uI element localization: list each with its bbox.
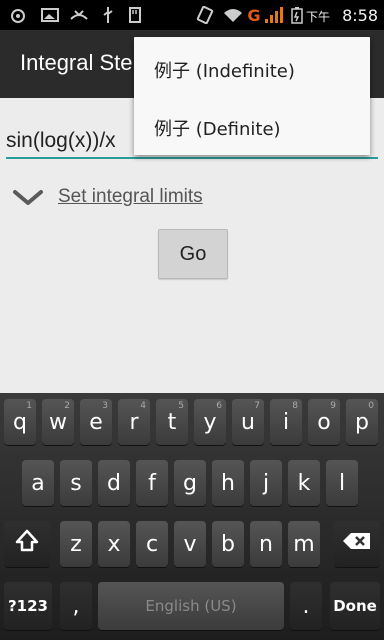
key-h[interactable]: h	[212, 460, 244, 506]
key-hint: 8	[292, 401, 298, 411]
key-hint: 3	[102, 401, 108, 411]
key-label: y	[203, 409, 217, 435]
status-time: 8:58	[342, 6, 378, 25]
key-p[interactable]: p0	[346, 399, 378, 445]
key-hint: 5	[178, 401, 184, 411]
wifi-icon	[222, 6, 244, 24]
key-k[interactable]: k	[288, 460, 320, 506]
key-m[interactable]: m	[288, 521, 320, 567]
rotation-icon	[196, 6, 214, 24]
backspace-key[interactable]	[334, 521, 380, 567]
key-label: o	[317, 409, 331, 435]
key-o[interactable]: o9	[308, 399, 340, 445]
key-u[interactable]: u7	[232, 399, 264, 445]
ime-indicator: 下午	[305, 10, 330, 24]
key-hint: 6	[216, 401, 222, 411]
key-c[interactable]: c	[136, 521, 168, 567]
battery-icon	[290, 6, 304, 24]
carrier-badge: G	[247, 5, 261, 25]
key-v[interactable]: v	[174, 521, 206, 567]
set-integral-limits-link[interactable]: Set integral limits	[58, 186, 203, 208]
input-underline	[6, 157, 378, 159]
usb-icon	[100, 6, 116, 24]
key-d[interactable]: d	[98, 460, 130, 506]
key-hint: 0	[368, 401, 374, 411]
shift-icon	[14, 528, 40, 560]
shift-key[interactable]	[4, 521, 50, 567]
period-key[interactable]: .	[290, 582, 322, 630]
key-label: u	[241, 409, 255, 435]
menu-item-indefinite-example[interactable]: 例子 (Indefinite)	[154, 57, 295, 83]
key-hint: 2	[64, 401, 70, 411]
key-hint: 9	[330, 401, 336, 411]
soft-keyboard: q1 w2 e3 r4 t5 y6 u7 i8 o9 p0 a s d f g …	[0, 393, 384, 640]
key-x[interactable]: x	[98, 521, 130, 567]
key-b[interactable]: b	[212, 521, 244, 567]
missed-call-icon	[68, 6, 90, 24]
backspace-icon	[342, 531, 372, 557]
key-y[interactable]: y6	[194, 399, 226, 445]
key-label: q	[13, 409, 27, 435]
key-e[interactable]: e3	[80, 399, 112, 445]
chevron-down-icon[interactable]	[12, 185, 44, 209]
comma-key[interactable]: ,	[60, 582, 92, 630]
key-a[interactable]: a	[22, 460, 54, 506]
key-j[interactable]: j	[250, 460, 282, 506]
app-title: Integral Ste	[20, 50, 133, 75]
sd-card-icon	[128, 6, 142, 24]
gallery-icon	[40, 6, 60, 24]
key-hint: 4	[140, 401, 146, 411]
key-t[interactable]: t5	[156, 399, 188, 445]
key-n[interactable]: n	[250, 521, 282, 567]
key-z[interactable]: z	[60, 521, 92, 567]
key-f[interactable]: f	[136, 460, 168, 506]
limits-toggle-row[interactable]: Set integral limits	[12, 182, 203, 212]
examples-menu: 例子 (Indefinite) 例子 (Definite)	[134, 37, 370, 155]
key-r[interactable]: r4	[118, 399, 150, 445]
key-s[interactable]: s	[60, 460, 92, 506]
key-l[interactable]: l	[326, 460, 358, 506]
menu-item-definite-example[interactable]: 例子 (Definite)	[154, 115, 281, 141]
key-g[interactable]: g	[174, 460, 206, 506]
key-label: i	[282, 409, 290, 435]
key-w[interactable]: w2	[42, 399, 74, 445]
notification-icon	[8, 6, 28, 24]
done-key[interactable]: Done	[330, 582, 380, 630]
spacebar[interactable]: English (US)	[98, 582, 284, 630]
go-button[interactable]: Go	[158, 229, 228, 279]
key-label: t	[167, 409, 177, 435]
key-q[interactable]: q1	[4, 399, 36, 445]
status-bar: G 下午 8:58	[0, 0, 384, 30]
key-hint: 7	[254, 401, 260, 411]
key-i[interactable]: i8	[270, 399, 302, 445]
key-label: w	[49, 409, 67, 435]
signal-icon	[262, 6, 284, 24]
key-hint: 1	[26, 401, 32, 411]
key-label: p	[355, 409, 369, 435]
key-label: e	[89, 409, 103, 435]
symbols-key[interactable]: ?123	[4, 582, 52, 630]
key-label: r	[129, 409, 139, 435]
